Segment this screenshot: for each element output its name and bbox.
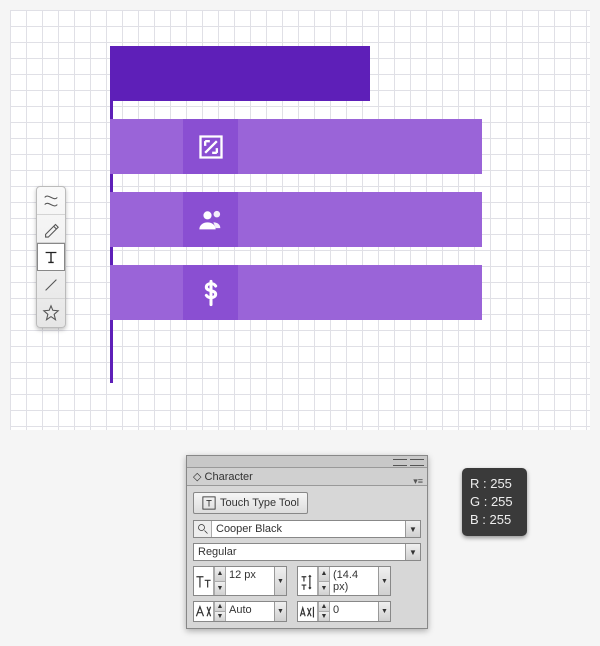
- chevron-down-icon[interactable]: ▼: [274, 567, 286, 595]
- rgb-b: B : 255: [470, 511, 519, 529]
- header-rect[interactable]: [110, 46, 370, 101]
- touch-type-label: Touch Type Tool: [220, 497, 299, 509]
- leading-icon: [298, 567, 318, 595]
- font-size-icon: [194, 567, 214, 595]
- users-icon: [183, 192, 238, 247]
- panel-title-text: Character: [205, 471, 253, 483]
- menu-row-2[interactable]: [110, 192, 482, 247]
- document-canvas[interactable]: [10, 10, 590, 430]
- font-size-value: 12 px: [226, 567, 274, 595]
- line-tool[interactable]: [37, 271, 65, 299]
- touch-type-tool-button[interactable]: Touch Type Tool: [193, 492, 308, 514]
- tools-panel: [36, 186, 66, 328]
- pen-tool[interactable]: [37, 215, 65, 243]
- stepper[interactable]: ▲▼: [318, 602, 330, 621]
- chevron-down-icon[interactable]: ▼: [405, 521, 420, 537]
- color-readout: R : 255 G : 255 B : 255: [462, 468, 527, 536]
- panel-collapse-icon[interactable]: [187, 456, 427, 468]
- font-size-field[interactable]: ▲▼ 12 px ▼: [193, 566, 287, 596]
- panel-title: ◇ Character ▾≡: [187, 468, 427, 486]
- menu-row-3[interactable]: [110, 265, 482, 320]
- chevron-down-icon[interactable]: ▼: [274, 602, 286, 621]
- stepper[interactable]: ▲▼: [214, 602, 226, 621]
- tracking-value: 0: [330, 602, 378, 621]
- leading-field[interactable]: ▲▼ (14.4 px) ▼: [297, 566, 391, 596]
- font-family-value: Cooper Black: [212, 521, 405, 537]
- font-style-value: Regular: [194, 544, 405, 560]
- warp-tool[interactable]: [37, 187, 65, 215]
- artwork: [110, 46, 482, 320]
- kerning-value: Auto: [226, 602, 274, 621]
- tracking-field[interactable]: ▲▼ 0 ▼: [297, 601, 391, 622]
- star-tool[interactable]: [37, 299, 65, 327]
- leading-value: (14.4 px): [330, 567, 378, 595]
- kerning-icon: [194, 602, 214, 621]
- stepper[interactable]: ▲▼: [214, 567, 226, 595]
- kerning-field[interactable]: ▲▼ Auto ▼: [193, 601, 287, 622]
- font-style-field[interactable]: Regular ▼: [193, 543, 421, 561]
- tracking-icon: [298, 602, 318, 621]
- character-panel: ◇ Character ▾≡ Touch Type Tool Cooper Bl…: [186, 455, 428, 629]
- expand-icon: [183, 119, 238, 174]
- font-family-field[interactable]: Cooper Black ▼: [193, 520, 421, 538]
- dollar-icon: [183, 265, 238, 320]
- chevron-down-icon[interactable]: ▼: [405, 544, 420, 560]
- type-tool[interactable]: [37, 243, 65, 271]
- chevron-down-icon[interactable]: ▼: [378, 602, 390, 621]
- rgb-g: G : 255: [470, 493, 519, 511]
- chevron-down-icon[interactable]: ▼: [378, 567, 390, 595]
- search-icon: [194, 521, 212, 537]
- stepper[interactable]: ▲▼: [318, 567, 330, 595]
- menu-row-1[interactable]: [110, 119, 482, 174]
- panel-menu-icon[interactable]: ▾≡: [413, 472, 423, 490]
- rgb-r: R : 255: [470, 475, 519, 493]
